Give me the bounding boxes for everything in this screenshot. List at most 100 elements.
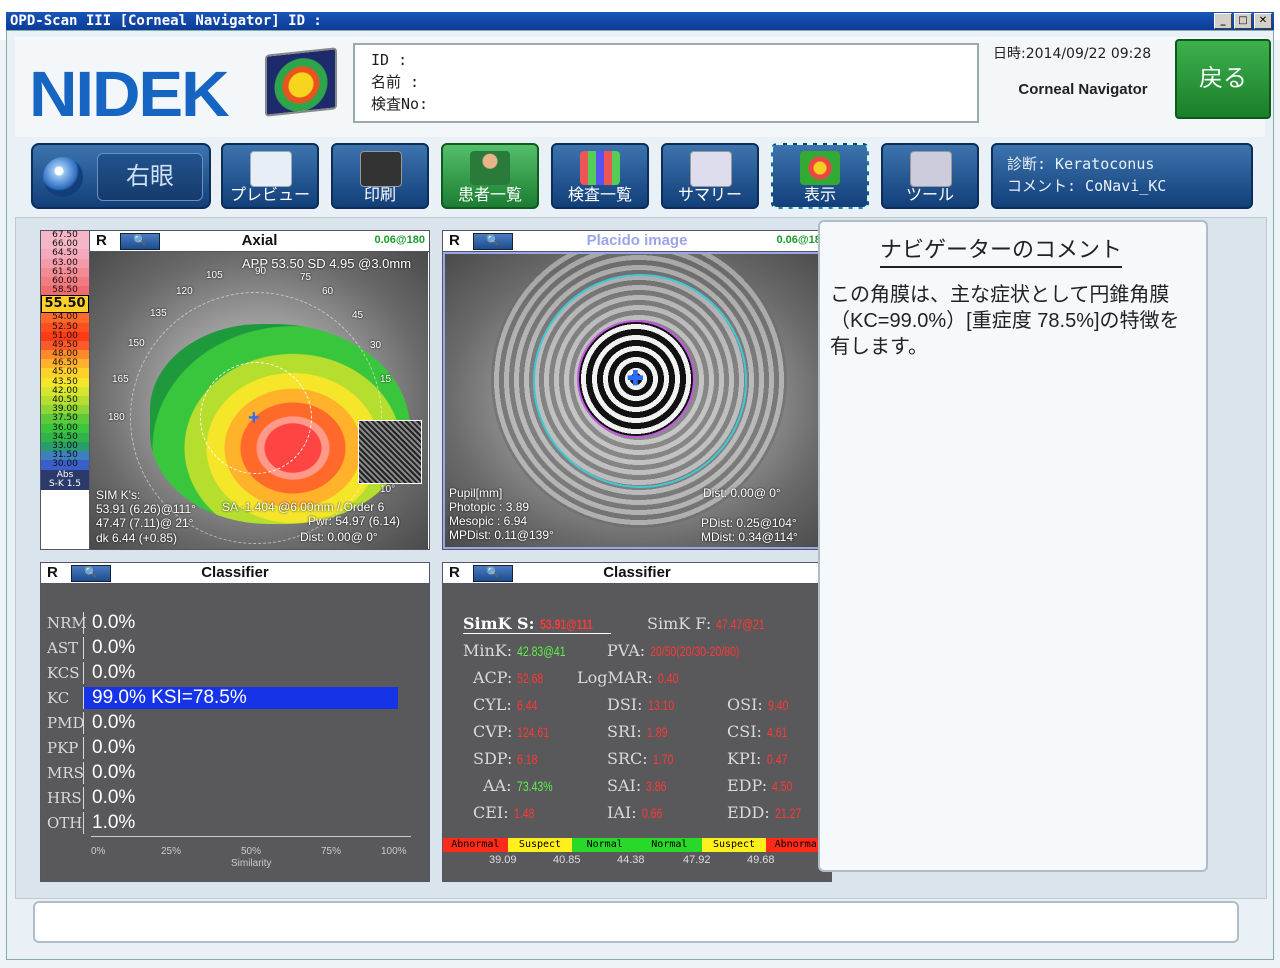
- simks-value: 53.91@111: [540, 616, 593, 632]
- cei-label: CEI: 1.48: [473, 803, 535, 822]
- kpi-value: 0.47: [766, 751, 787, 767]
- app-value: APP 53.50 SD 4.95 @3.0mm: [242, 256, 412, 271]
- osi-label: OSI: 9.40: [727, 695, 789, 714]
- deg-90: 90: [255, 266, 267, 277]
- summary-label: サマリー: [677, 187, 742, 204]
- maximize-button[interactable]: □: [1234, 13, 1252, 29]
- simkf-label: SimK F: 47.47@21: [647, 614, 765, 633]
- row-ast: AST 0.0%: [47, 637, 135, 661]
- preview-label: プレビュー: [229, 187, 310, 204]
- center-marker-icon: ✚: [627, 368, 644, 390]
- dsi-value: 13.10: [647, 697, 674, 713]
- dk-value: dk 6.44 (+0.85): [96, 531, 178, 545]
- navigator-comment-panel: ナビゲーターのコメント この角膜は、主な症状として円錐角膜（KC=99.0%）[…: [818, 220, 1208, 872]
- navigator-text: この角膜は、主な症状として円錐角膜（KC=99.0%）[重症度 78.5%]の特…: [830, 284, 1180, 358]
- summary-button[interactable]: サマリー: [661, 143, 759, 209]
- placido-title-bar: R 🔍 Placido image 0.06@180: [443, 231, 831, 252]
- eye-icon: [43, 157, 83, 197]
- mink-value: 42.83@41: [517, 643, 566, 659]
- pwr-value: Pwr: 54.97 (6.14): [308, 514, 401, 528]
- inset-thumbnail: [358, 420, 422, 484]
- exam-datetime: 日時:2014/09/22 09:28: [993, 46, 1152, 62]
- eye-select-button[interactable]: 右眼: [31, 143, 211, 209]
- row-kcs: KCS 0.0%: [47, 662, 135, 686]
- patient-list-button[interactable]: 患者一覧: [441, 143, 539, 209]
- close-button[interactable]: ✕: [1254, 13, 1272, 29]
- row-value: 0.0%: [83, 762, 135, 784]
- simk-title: SIM K's:: [96, 488, 141, 502]
- deg-105: 105: [206, 270, 223, 281]
- deg-120: 120: [176, 286, 193, 297]
- axial-map-image[interactable]: + APP 53.50 SD 4.95 @3.0mm SIM K's: 53.9…: [90, 252, 428, 549]
- row-value: 0.0%: [83, 787, 135, 809]
- edd-value: 21.27: [774, 805, 802, 821]
- classifier2-title-bar: R 🔍 Classifier: [443, 563, 831, 584]
- bar-number: 40.85: [553, 854, 581, 866]
- row-key: NRM: [47, 614, 87, 632]
- logmar-value: 0.40: [657, 670, 679, 686]
- person-icon: [470, 151, 510, 185]
- deg-165: 165: [112, 374, 129, 385]
- date-info: 日時:2014/09/22 09:28 Corneal Navigator: [993, 43, 1173, 123]
- eye-label: 右眼: [97, 153, 203, 201]
- acp-label: ACP: 52.68: [473, 668, 544, 687]
- row-value: 99.0% KSI=78.5%: [83, 687, 398, 709]
- placido-image[interactable]: ✚ Pupil[mm] Photopic : 3.89 Mesopic : 6.…: [443, 252, 831, 549]
- pdist-value: PDist: 0.25@104°: [701, 516, 797, 530]
- header: NIDEK ID : 名前 : 検査No: 日時:2014/09/22 09:2…: [15, 37, 1271, 137]
- display-icon: [800, 151, 840, 185]
- scale-step: 58.50: [41, 285, 89, 296]
- back-button[interactable]: 戻る: [1175, 39, 1271, 119]
- navigator-heading: ナビゲーターのコメント: [880, 232, 1123, 268]
- display-button[interactable]: 表示: [771, 143, 869, 209]
- simk2: 47.47 (7.11)@ 21°: [96, 516, 194, 530]
- window-controls: _ □ ✕: [1214, 13, 1272, 29]
- sri-value: 1.89: [646, 724, 668, 740]
- mpdist-value: MPDist: 0.11@139°: [449, 528, 554, 542]
- classifier-panel[interactable]: R 🔍 Classifier NRM 0.0% AST 0.0% KCS 0.0% K…: [40, 562, 430, 882]
- row-mrs: MRS 0.0%: [47, 762, 135, 786]
- placido-panel[interactable]: R 🔍 Placido image 0.06@180 ✚ Pupil[mm] P…: [442, 230, 832, 550]
- deg-180: 180: [108, 412, 125, 423]
- preview-button[interactable]: プレビュー: [221, 143, 319, 209]
- mdist-value: MDist: 0.34@114°: [701, 530, 798, 544]
- color-scale: 67.50 66.00 64.50 63.00 61.50 60.00 58.50 55.50…: [41, 230, 90, 549]
- scale-sk-label: S-K 1.5: [48, 478, 82, 489]
- tools-button[interactable]: ツール: [881, 143, 979, 209]
- row-key: KC: [47, 689, 70, 707]
- classifier-results: NRM 0.0% AST 0.0% KCS 0.0% KC 99.0% KSI=78.5…: [41, 584, 429, 881]
- deg-60: 60: [322, 286, 334, 297]
- nidek-logo: NIDEK: [29, 58, 230, 130]
- grid-icon: [580, 151, 620, 185]
- exam-list-button[interactable]: 検査一覧: [551, 143, 649, 209]
- deg-10: 10°: [380, 484, 396, 495]
- axial-title-bar: R 🔍 Axial 0.06@180: [90, 231, 429, 252]
- csi-label: CSI: 4.61: [727, 722, 788, 741]
- axial-map-panel[interactable]: 67.50 66.00 64.50 63.00 61.50 60.00 58.50 55.50…: [40, 230, 430, 550]
- minimize-button[interactable]: _: [1214, 13, 1232, 29]
- simk1: 53.91 (6.26)@111°: [96, 502, 196, 516]
- axis-line: [91, 836, 411, 837]
- row-key: HRS: [47, 789, 82, 807]
- dsi-label: DSI: 13.10: [607, 695, 674, 714]
- print-button[interactable]: 印刷: [331, 143, 429, 209]
- row-key: PKP: [47, 739, 79, 757]
- deg-15: 15: [380, 374, 392, 385]
- patient-info: ID : 名前 : 検査No:: [353, 43, 979, 123]
- comment: コメント: CoNavi_KC: [1007, 177, 1167, 195]
- src-label: SRC: 1.70: [607, 749, 674, 768]
- classifier2-title: Classifier: [603, 564, 671, 581]
- center-marker-icon: +: [248, 407, 260, 429]
- axis-tick: 100%: [381, 846, 407, 857]
- status-bar: [33, 901, 1239, 943]
- edd-label: EDD: 21.27: [727, 803, 802, 822]
- aa-label: AA: 73.43%: [483, 776, 553, 795]
- main-window: NIDEK ID : 名前 : 検査No: 日時:2014/09/22 09:2…: [6, 30, 1274, 960]
- pva-label: PVA: 20/50(20/30-20/80): [607, 641, 740, 660]
- pupil-title: Pupil[mm]: [449, 486, 503, 500]
- indices-area: SimK S: 53.91@111 SimK F: 47.47@21 MinK:…: [443, 584, 832, 881]
- severity-segment: Normal: [637, 838, 702, 852]
- window-title-text: OPD-Scan III [Corneal Navigator] ID :: [10, 13, 322, 29]
- classifier-indices-panel[interactable]: R 🔍 Classifier SimK S: 53.91@111 SimK F:…: [442, 562, 832, 882]
- deg-45: 45: [352, 310, 364, 321]
